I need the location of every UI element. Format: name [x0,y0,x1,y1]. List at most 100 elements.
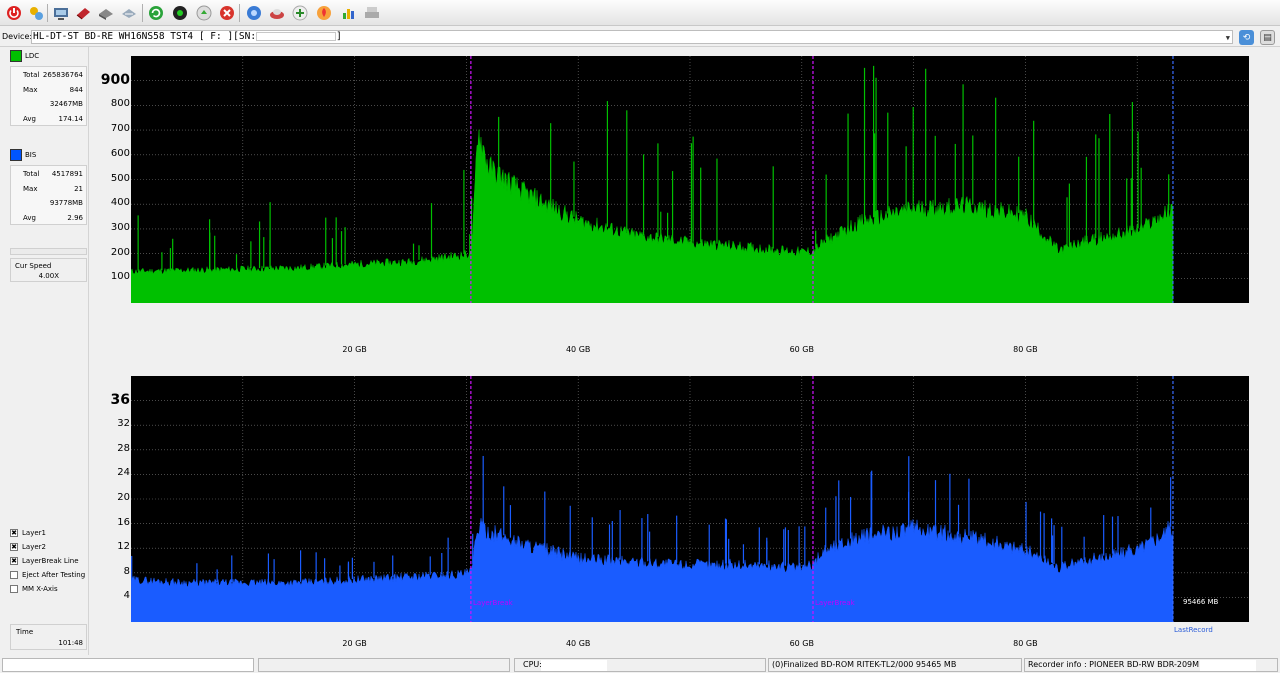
time-box: Time 101:48 [10,624,87,650]
x-tick-label: 60 GB [789,345,814,354]
x-tick-label: 80 GB [1013,345,1038,354]
checkbox-box[interactable] [10,571,18,579]
y-tick-label: 700 [110,123,130,135]
x-tick-label: 40 GB [565,345,591,354]
y-tick-label: 8 [123,565,130,577]
layerbreak-label: LayerBreak [815,599,855,607]
bis-color-swatch[interactable] [10,149,22,161]
y-tick-label: 28 [117,442,130,454]
last-record-label: LastRecord [1174,626,1213,634]
disc-read-icon[interactable] [267,3,287,23]
bis-stat-row: Max 21 [23,184,83,193]
layerbreak-label: LayerBreak [473,599,513,607]
bis-chart-svg [131,376,1249,622]
bis-legend: BIS [10,149,36,161]
ldc-stat-row: 32467MB [49,100,83,108]
checkbox-box[interactable]: ✖ [10,543,18,551]
status-progress-field [2,658,254,672]
cpu-field: CPU: [514,658,766,672]
cur-speed-label: Cur Speed [15,262,52,270]
data-area [131,518,1174,622]
y-tick-label: 900 [100,71,130,88]
device-name: HL-DT-ST BD-RE WH16NS58 TST4 [ F: ][SN: [33,31,257,42]
layer2-checkbox[interactable]: ✖ Layer2 [10,543,46,551]
chevron-down-icon[interactable]: ▼ [1226,32,1230,44]
device-label: Device: [2,32,33,41]
bis-stat-row: Avg 2.96 [23,213,83,222]
recorder-extra-field [1200,660,1256,671]
time-label: Time [16,628,34,636]
x-tick-label: 40 GB [565,639,591,648]
eject-icon[interactable] [194,3,214,23]
ldc-stats: Total 265836764 Max 844 32467MB Avg 174.14 [10,66,87,126]
disc-info-field: (0)Finalized BD-ROM RITEK-TL2/000 95465 … [768,658,1022,672]
scan-icon[interactable] [119,3,139,23]
serial-number-field [256,32,337,41]
disc-write-icon[interactable] [290,3,310,23]
bis-legend-label: BIS [25,151,37,159]
mm-x-axis-checkbox[interactable]: MM X-Axis [10,585,58,593]
device-select[interactable]: HL-DT-ST BD-RE WH16NS58 TST4 [ F: ][SN:]… [31,30,1233,44]
recorder-info-field: Recorder info : PIONEER BD-RW BDR-209M [1024,658,1278,672]
refresh-device-icon[interactable]: ⟲ [1239,30,1254,45]
eject-after-testing-checkbox[interactable]: Eject After Testing [10,571,85,579]
disc-info-text: (0)Finalized BD-ROM RITEK-TL2/000 95465 … [772,660,957,669]
data-area [131,129,1174,303]
start-icon[interactable] [170,3,190,23]
ldc-legend-label: LDC [25,52,40,60]
ldc-stat-row: Max 844 [23,85,83,94]
y-tick-label: 16 [117,516,130,528]
checkbox-box[interactable]: ✖ [10,557,18,565]
time-value: 101:48 [58,639,83,647]
layerbreak-line-checkbox[interactable]: ✖ LayerBreak Line [10,557,79,565]
x-tick-label: 60 GB [789,639,814,648]
x-tick-label: 80 GB [1013,639,1038,648]
refresh-icon[interactable] [146,3,166,23]
checkbox-box[interactable] [10,585,18,593]
print-icon[interactable] [362,3,382,23]
bis-chart: LayerBreak LayerBreak 95466 MB [131,376,1249,622]
device-name-end: ] [336,31,342,42]
y-tick-label: 100 [110,271,130,283]
stop-icon[interactable] [217,3,237,23]
chart-icon[interactable] [339,3,359,23]
y-tick-label: 400 [110,197,130,209]
settings-icon[interactable] [244,3,264,23]
drive-info-icon[interactable] [51,3,71,23]
y-tick-label: 500 [110,172,130,184]
y-tick-label: 200 [110,246,130,258]
left-panel: LDC Total 265836764 Max 844 32467MB Avg 174… [6,47,89,655]
y-tick-label: 24 [117,467,130,479]
y-tick-label: 300 [110,221,130,233]
y-tick-label: 4 [123,590,130,602]
y-tick-label: 36 [110,391,130,408]
connect-icon[interactable] [26,3,46,23]
progress-bar [10,248,87,255]
ldc-chart [131,56,1249,303]
x-tick-label: 20 GB [342,639,367,648]
bis-stats: Total 4517891 Max 21 93778MB Avg 2.96 [10,165,87,225]
y-tick-label: 20 [117,492,130,503]
erase-icon[interactable] [73,3,93,23]
ldc-color-swatch[interactable] [10,50,22,62]
cpu-meter [541,660,607,671]
power-icon[interactable] [4,3,24,23]
layer1-checkbox[interactable]: ✖ Layer1 [10,529,46,537]
ldc-stat-row: Avg 174.14 [23,114,83,123]
ldc-chart-svg [131,56,1249,303]
disc-icon[interactable] [96,3,116,23]
cur-speed-value: 4.00X [38,272,59,280]
bis-stat-row: 93778MB [49,199,83,207]
x-tick-label: 20 GB [342,345,367,354]
cur-speed-box: Cur Speed 4.00X [10,258,87,282]
burn-icon[interactable] [314,3,334,23]
toolbar [0,0,1280,26]
y-tick-label: 12 [117,541,130,553]
y-tick-label: 600 [110,147,130,159]
ldc-legend: LDC [10,50,39,62]
recorder-info-text: Recorder info : PIONEER BD-RW BDR-209M [1028,660,1200,669]
save-icon[interactable]: ▤ [1260,30,1275,45]
bis-stat-row: Total 4517891 [23,170,83,178]
checkbox-box[interactable]: ✖ [10,529,18,537]
disc-size-label: 95466 MB [1183,598,1219,606]
